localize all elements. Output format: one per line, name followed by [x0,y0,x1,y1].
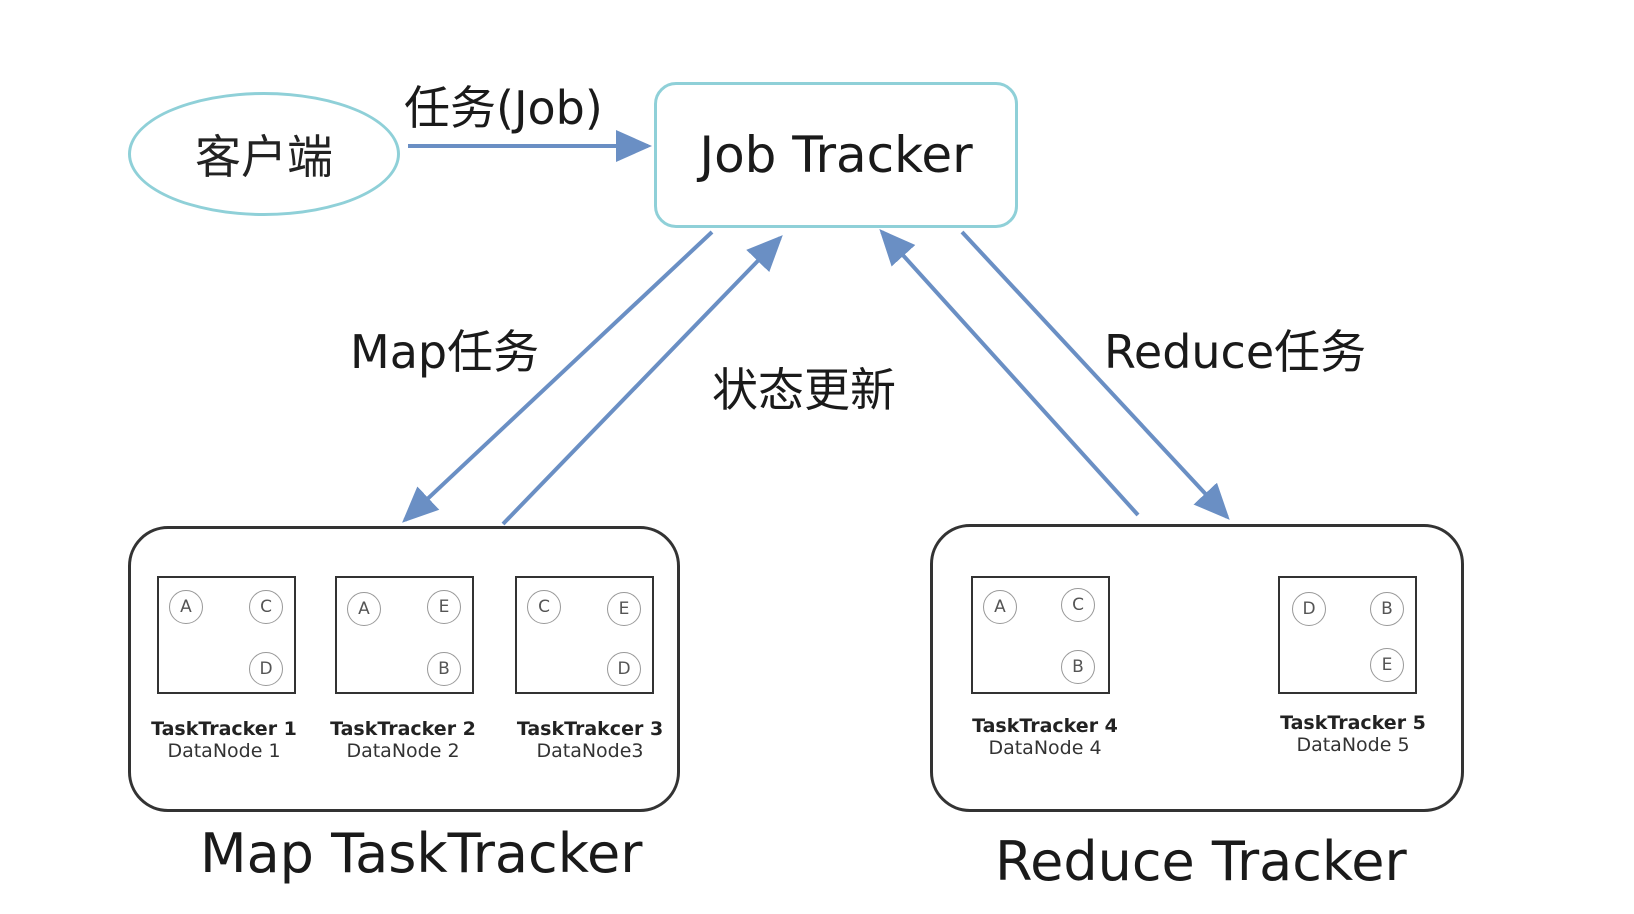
tasktracker-3-caption: TaskTrakcer 3 DataNode3 [505,718,675,762]
datanode-name: DataNode 1 [167,740,281,762]
data-block: C [249,590,283,624]
data-block: A [983,590,1017,624]
reduce-task-label: Reduce任务 [1104,325,1367,379]
data-block: E [607,592,641,626]
data-block: D [249,652,283,686]
data-block: B [1061,650,1095,684]
datanode-name: DataNode 5 [1296,734,1410,756]
reduce-status-update-arrow [879,229,1140,517]
map-group-title: Map TaskTracker [200,822,643,885]
datanode-name: DataNode3 [536,740,644,762]
map-task-label: Map任务 [350,325,540,379]
tasktracker-1-box: A C D [157,576,296,694]
data-block: E [1370,648,1404,682]
tasktracker-4-caption: TaskTracker 4 DataNode 4 [960,715,1130,759]
tasktracker-4-box: A C B [971,576,1110,694]
client-label: 客户端 [195,130,333,184]
data-block: E [427,590,461,624]
tasktracker-1-caption: TaskTracker 1 DataNode 1 [139,718,309,762]
tasktracker-name: TaskTracker 5 [1280,712,1426,734]
tasktracker-3-box: C E D [515,576,654,694]
data-block: C [1061,588,1095,622]
tasktracker-name: TaskTracker 4 [972,715,1118,737]
tasktracker-5-caption: TaskTracker 5 DataNode 5 [1268,712,1438,756]
status-update-label: 状态更新 [712,363,896,417]
job-tracker-node: Job Tracker [654,82,1018,228]
data-block: A [347,592,381,626]
datanode-name: DataNode 4 [988,737,1102,759]
reduce-group-title: Reduce Tracker [995,830,1407,893]
tasktracker-name: TaskTrakcer 3 [516,718,664,740]
data-block: D [1292,592,1326,626]
data-block: C [527,590,561,624]
data-block: D [607,652,641,686]
data-block: B [1370,592,1404,626]
job-arrow-label: 任务(Job) [404,81,603,135]
client-node: 客户端 [128,92,400,216]
job-tracker-label: Job Tracker [699,126,973,184]
datanode-name: DataNode 2 [346,740,460,762]
tasktracker-2-caption: TaskTracker 2 DataNode 2 [318,718,488,762]
tasktracker-name: TaskTracker 2 [330,718,476,740]
data-block: A [169,590,203,624]
data-block: B [427,652,461,686]
tasktracker-name: TaskTracker 1 [151,718,297,740]
tasktracker-5-box: D B E [1278,576,1417,694]
tasktracker-2-box: A E B [335,576,474,694]
